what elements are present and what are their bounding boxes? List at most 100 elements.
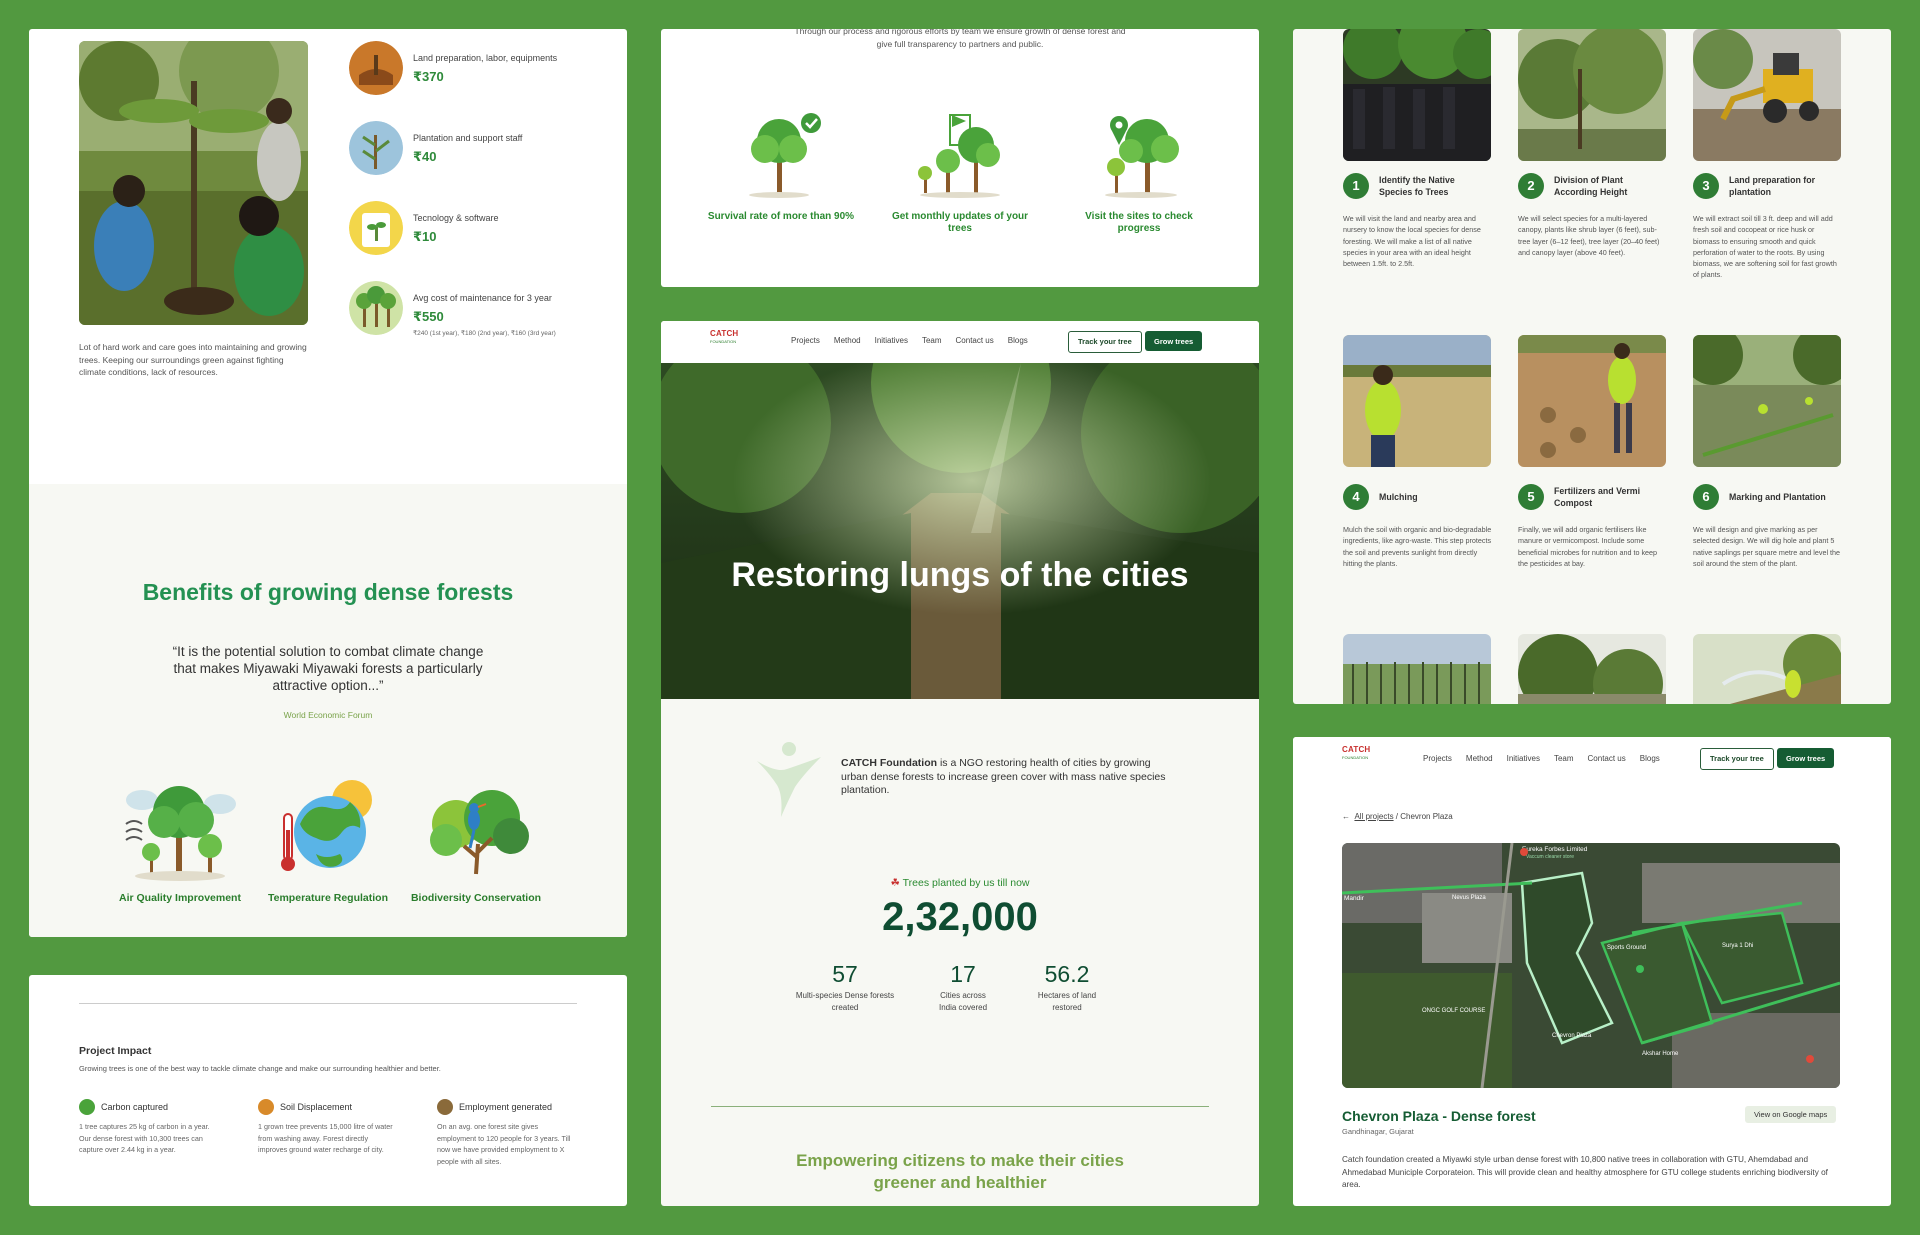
- map-pin-icon[interactable]: [1520, 848, 1528, 856]
- cost-label: Land preparation, labor, equipments: [413, 53, 558, 63]
- nav-link-projects[interactable]: Projects: [791, 336, 820, 345]
- step-image-4: [1343, 335, 1491, 467]
- grow-trees-button[interactable]: Grow trees: [1777, 748, 1835, 768]
- stat-forests: 57 Multi-species Dense forests created: [790, 961, 900, 1014]
- impact-employment: Employment generated On an avg. one fore…: [437, 1099, 577, 1167]
- cost-label: Plantation and support staff: [413, 133, 523, 143]
- grow-trees-button[interactable]: Grow trees: [1145, 331, 1203, 351]
- step-number: 4: [1343, 484, 1369, 510]
- cost-label: Avg cost of maintenance for 3 year: [413, 293, 552, 303]
- impact-carbon: Carbon captured 1 tree captures 25 kg of…: [79, 1099, 219, 1156]
- nav-link-contact[interactable]: Contact us: [956, 336, 994, 345]
- back-arrow-icon[interactable]: ←: [1342, 812, 1350, 821]
- person-icon: [747, 739, 827, 819]
- employment-icon: [437, 1099, 453, 1115]
- cost-benefits-panel: Land preparation, labor, equipments ₹370…: [29, 29, 627, 937]
- impact-item-title: Employment generated: [459, 1102, 553, 1112]
- project-location: Gandhinagar, Gujarat: [1342, 1127, 1414, 1136]
- divider: [711, 1106, 1209, 1107]
- feature-survival: Survival rate of more than 90%: [706, 109, 856, 223]
- track-tree-button[interactable]: Track your tree: [1068, 331, 1142, 353]
- step-title: Land preparation for plantation: [1729, 175, 1816, 197]
- logo-title: CATCH: [710, 329, 739, 338]
- step-text: We will extract soil till 3 ft. deep and…: [1693, 214, 1837, 280]
- track-tree-button[interactable]: Track your tree: [1700, 748, 1774, 770]
- stat-value: 17: [950, 961, 976, 987]
- feature-label: Get monthly updates of your trees: [891, 211, 1029, 234]
- impact-item-text: 1 tree captures 25 kg of carbon in a yea…: [79, 1122, 210, 1154]
- biodiversity-icon: [416, 774, 536, 884]
- features-intro: Through our process and rigorous efforts…: [794, 29, 1126, 49]
- soil-icon: [349, 41, 403, 95]
- trees-count: 2,32,000: [882, 895, 1038, 939]
- cost-note: ₹240 (1st year), ₹180 (2nd year), ₹160 (…: [413, 330, 556, 337]
- breadcrumb-current: / Chevron Plaza: [1393, 812, 1453, 821]
- step-title: Division of Plant According Height: [1554, 175, 1628, 197]
- nav-link-team[interactable]: Team: [1554, 754, 1574, 763]
- benefits-quote: “It is the potential solution to combat …: [172, 644, 484, 693]
- project-description: Catch foundation created a Miyawki style…: [1342, 1155, 1828, 1189]
- nav-link-contact[interactable]: Contact us: [1588, 754, 1626, 763]
- nav-link-team[interactable]: Team: [922, 336, 942, 345]
- nav-link-method[interactable]: Method: [1466, 754, 1493, 763]
- nav-link-blogs[interactable]: Blogs: [1008, 336, 1028, 345]
- air-quality-icon: [120, 774, 240, 884]
- step-title: Marking and Plantation: [1729, 492, 1826, 502]
- catch-logo[interactable]: CATCH FOUNDATION: [1342, 745, 1392, 771]
- cost-value: ₹10: [413, 229, 437, 244]
- satellite-map[interactable]: Eureka Forbes Limited Vaccum cleaner sto…: [1342, 843, 1840, 1088]
- project-title: Chevron Plaza - Dense forest: [1342, 1108, 1536, 1124]
- nav-link-initiatives[interactable]: Initiatives: [1507, 754, 1540, 763]
- hero-image: Restoring lungs of the cities: [661, 363, 1259, 699]
- project-impact-panel: Project Impact Growing trees is one of t…: [29, 975, 627, 1206]
- nav-link-method[interactable]: Method: [834, 336, 861, 345]
- breadcrumb-all-projects[interactable]: All projects: [1354, 812, 1393, 821]
- nav-link-projects[interactable]: Projects: [1423, 754, 1452, 763]
- hero-title: Restoring lungs of the cities: [731, 556, 1189, 594]
- nav-links: Projects Method Initiatives Team Contact…: [1423, 754, 1660, 763]
- stat-label: Cities across India covered: [938, 991, 988, 1012]
- map-label: Vaccum cleaner store: [1526, 854, 1574, 860]
- location-tree-icon: [1089, 109, 1189, 199]
- benefit-air-quality: Air Quality Improvement: [95, 774, 265, 904]
- step-title: Mulching: [1379, 492, 1418, 502]
- navbar: CATCH FOUNDATION Projects Method Initiat…: [1293, 737, 1891, 779]
- step-text: Mulch the soil with organic and bio-degr…: [1343, 525, 1492, 568]
- map-label: Nevus Plaza: [1452, 895, 1486, 901]
- logo-subtitle: FOUNDATION: [710, 339, 737, 344]
- sprout-icon: ☘: [890, 877, 900, 889]
- stat-cities: 17 Cities across India covered: [908, 961, 1018, 1014]
- temperature-icon: [268, 774, 388, 884]
- sapling-icon: [349, 121, 403, 175]
- catch-logo[interactable]: CATCH FOUNDATION: [710, 329, 760, 355]
- updates-tree-icon: [910, 109, 1010, 199]
- planting-photo: [79, 41, 308, 325]
- map-label: Eureka Forbes Limited: [1522, 846, 1588, 853]
- benefit-label: Air Quality Improvement: [119, 892, 241, 904]
- impact-soil: Soil Displacement 1 grown tree prevents …: [258, 1099, 398, 1156]
- step-number: 3: [1693, 173, 1719, 199]
- forest-icon: [349, 281, 403, 335]
- step-number: 5: [1518, 484, 1544, 510]
- homepage-panel: CATCH FOUNDATION Projects Method Initiat…: [661, 321, 1259, 1206]
- google-maps-button[interactable]: View on Google maps: [1745, 1106, 1837, 1123]
- feature-label: Visit the sites to check progress: [1085, 211, 1193, 234]
- impact-title: Project Impact: [79, 1045, 152, 1057]
- step-text: We will visit the land and nearby area a…: [1343, 214, 1481, 269]
- nav-link-initiatives[interactable]: Initiatives: [875, 336, 908, 345]
- map-pin-icon[interactable]: [1806, 1055, 1814, 1063]
- cost-row-tech: Tecnology & software ₹10: [349, 201, 589, 261]
- nav-link-blogs[interactable]: Blogs: [1640, 754, 1660, 763]
- map-label: Mandir: [1344, 895, 1364, 902]
- cost-row-land: Land preparation, labor, equipments ₹370: [349, 41, 589, 101]
- benefits-title: Benefits of growing dense forests: [142, 579, 514, 605]
- cost-value: ₹370: [413, 69, 444, 84]
- trees-label-text: Trees planted by us till now: [902, 877, 1030, 889]
- stat-label: Hectares of land restored: [1037, 991, 1097, 1012]
- cost-row-plantation: Plantation and support staff ₹40: [349, 121, 589, 181]
- map-label: Surya 1 Dhi: [1722, 943, 1754, 949]
- map-pin-icon[interactable]: [1636, 965, 1644, 973]
- cost-caption: Lot of hard work and care goes into main…: [79, 342, 307, 377]
- map-label: Sports Ground: [1607, 945, 1647, 951]
- impact-item-text: 1 grown tree prevents 15,000 litre of wa…: [258, 1122, 393, 1154]
